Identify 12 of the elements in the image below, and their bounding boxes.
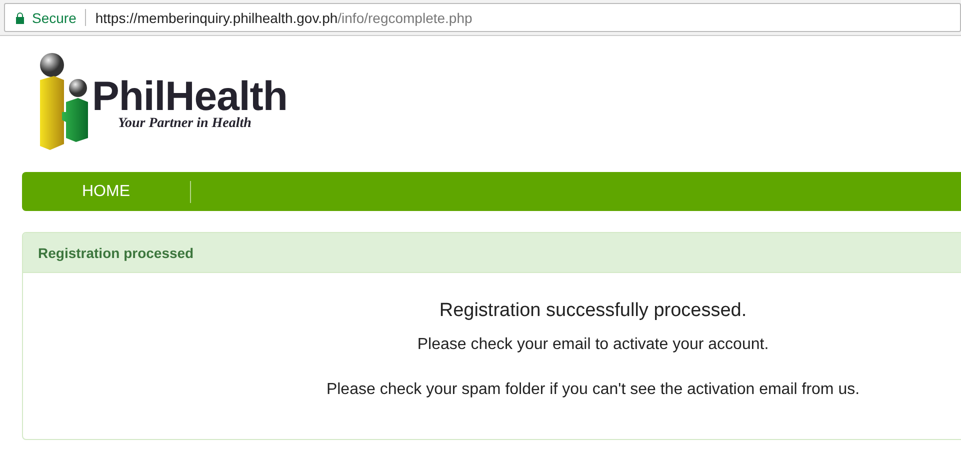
- logo-wordmark: PhilHealth: [92, 76, 288, 116]
- message-text: Please check your spam folder if you can't see the activation email from us.: [326, 381, 860, 399]
- address-bar[interactable]: Secure https://memberinquiry.philhealth.gov.ph/info/regcomplete.php: [4, 3, 961, 32]
- url-host: https://memberinquiry.philhealth.gov.ph: [95, 10, 338, 26]
- message-title: Registration successfully processed.: [439, 300, 747, 322]
- lock-icon: [15, 12, 25, 24]
- security-label: Secure: [32, 10, 76, 26]
- panel-heading: Registration processed: [38, 244, 194, 260]
- url-path: /info/regcomplete.php: [338, 10, 472, 26]
- logo-figures-icon: [38, 52, 90, 150]
- logo-tagline: Your Partner in Health: [118, 116, 252, 132]
- message-text: Please check your email to activate your account.: [417, 336, 769, 354]
